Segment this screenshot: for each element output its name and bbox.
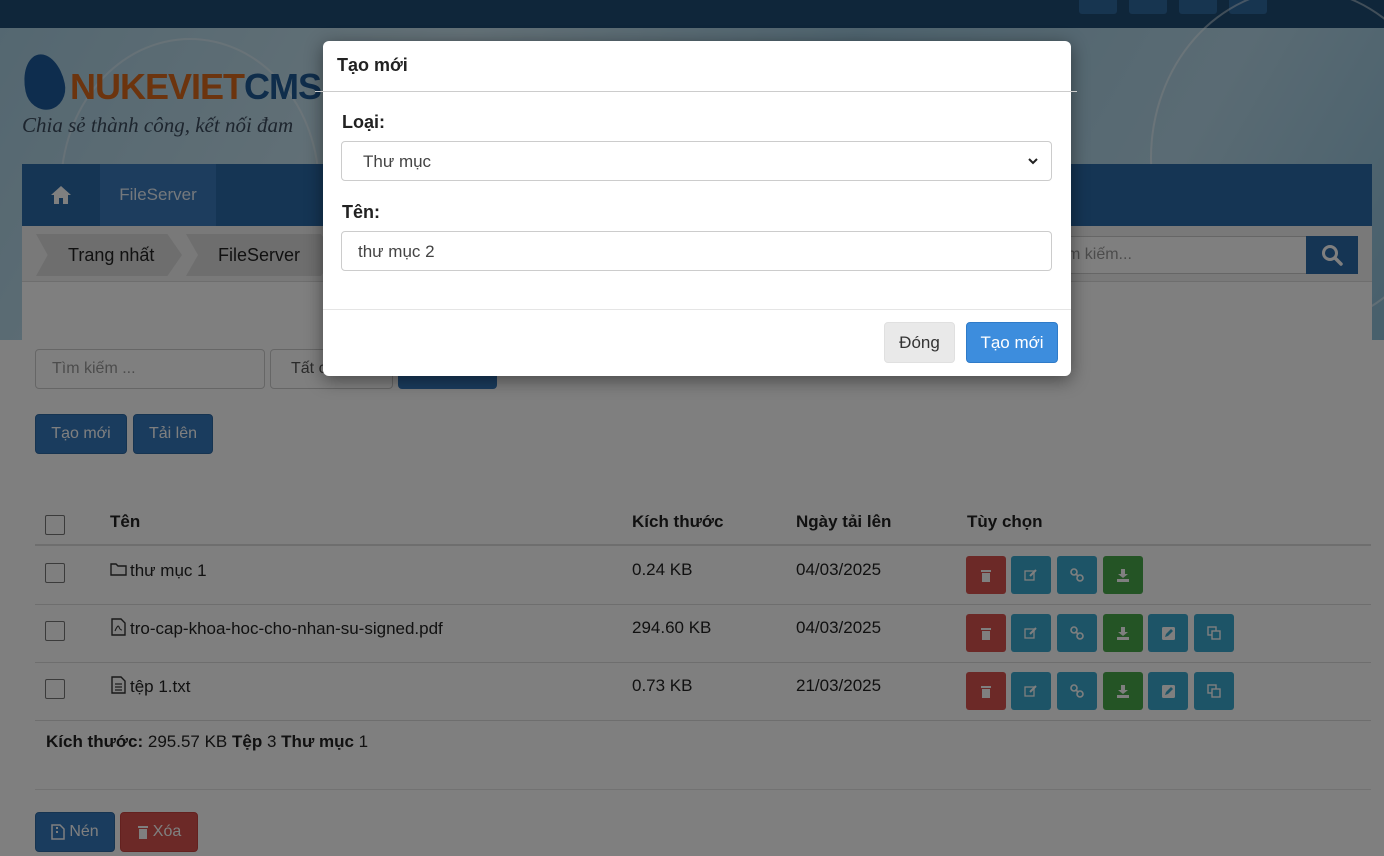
name-label: Tên: bbox=[342, 202, 380, 222]
type-select[interactable]: Thư mục bbox=[341, 141, 1052, 181]
chevron-down-icon bbox=[1028, 158, 1038, 165]
close-button[interactable]: Đóng bbox=[884, 322, 955, 363]
create-submit-button[interactable]: Tạo mới bbox=[966, 322, 1058, 363]
dialog-footer-divider bbox=[323, 309, 1071, 310]
name-input[interactable]: thư mục 2 bbox=[341, 231, 1052, 271]
type-select-value: Thư mục bbox=[363, 152, 432, 171]
dialog-title: Tạo mới bbox=[337, 55, 408, 75]
create-new-dialog: Tạo mới Loại: Thư mục Tên: thư mục 2 Đón… bbox=[315, 41, 1077, 376]
type-label: Loại: bbox=[342, 112, 385, 132]
dialog-header-divider bbox=[315, 91, 1077, 92]
